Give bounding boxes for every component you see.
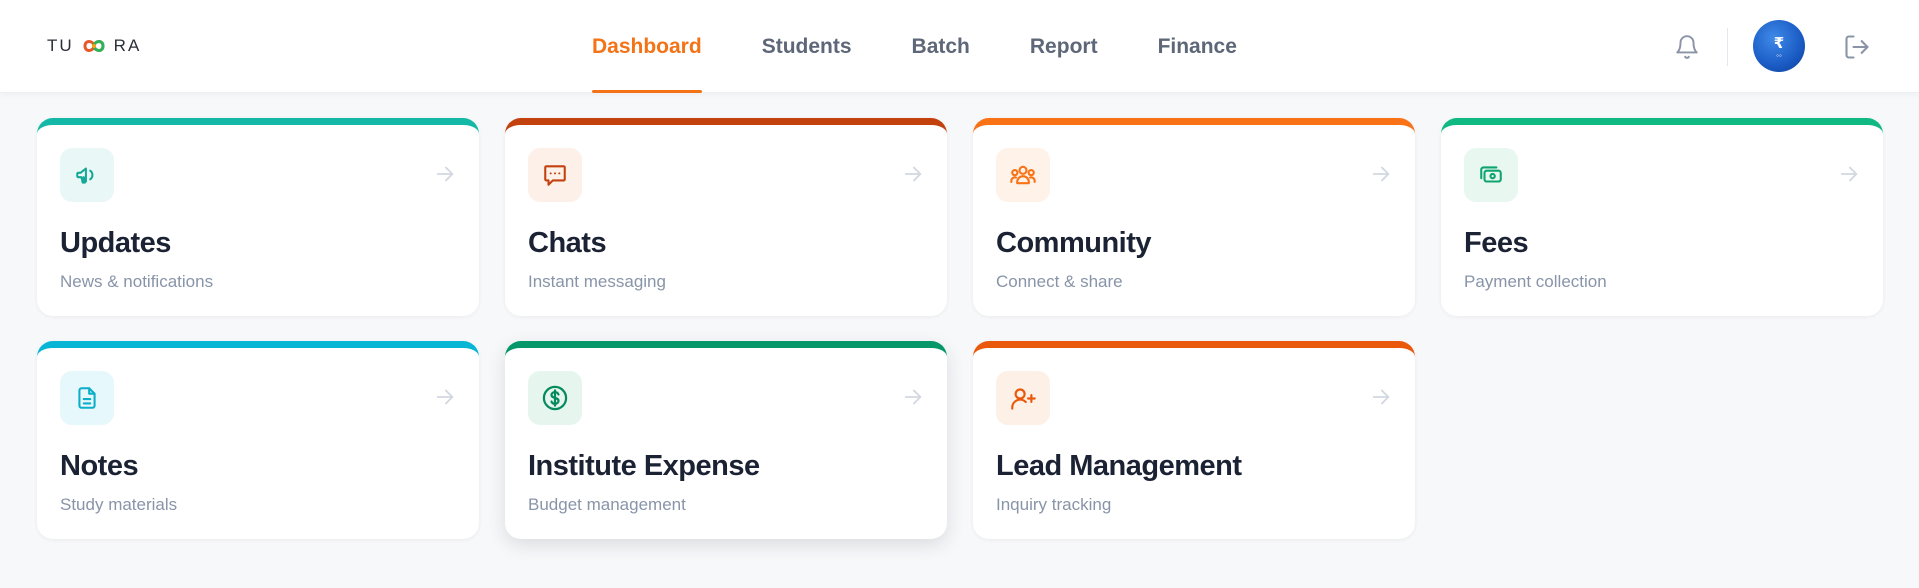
card-institute-expense[interactable]: Institute Expense Budget management bbox=[505, 341, 947, 539]
card-title: Institute Expense bbox=[528, 450, 760, 482]
card-subtitle: Inquiry tracking bbox=[996, 495, 1112, 514]
bell-icon bbox=[1676, 35, 1698, 59]
arrow-right-icon bbox=[904, 389, 922, 405]
arrow-right-icon bbox=[904, 166, 922, 182]
main-nav: Dashboard Students Batch Report Finance bbox=[592, 0, 1297, 93]
tab-batch[interactable]: Batch bbox=[912, 0, 970, 93]
tab-dashboard-label: Dashboard bbox=[592, 34, 702, 58]
logo-text-right: RA bbox=[113, 36, 142, 55]
chat-icon bbox=[544, 165, 566, 186]
card-community[interactable]: Community Connect & share bbox=[973, 118, 1415, 316]
arrow-right-icon bbox=[436, 166, 454, 182]
tab-students[interactable]: Students bbox=[762, 0, 852, 93]
logo-text-left: TU bbox=[47, 36, 74, 55]
top-navbar: TU RA Dashboard Students Batch Report Fi… bbox=[0, 0, 1919, 93]
cash-icon bbox=[1480, 166, 1502, 183]
card-notes[interactable]: Notes Study materials bbox=[37, 341, 479, 539]
logout-icon bbox=[1845, 35, 1869, 59]
card-subtitle: News & notifications bbox=[60, 272, 214, 291]
infinity-logo-icon bbox=[83, 40, 105, 52]
megaphone-icon bbox=[76, 167, 94, 184]
card-updates[interactable]: Updates News & notifications bbox=[37, 118, 479, 316]
profile-avatar[interactable]: ₹ ◦◦ bbox=[1753, 20, 1805, 72]
card-icon-box bbox=[1464, 148, 1518, 202]
tuora-logo[interactable]: TU RA bbox=[47, 33, 141, 59]
card-fees[interactable]: Fees Payment collection bbox=[1441, 118, 1883, 316]
tab-students-label: Students bbox=[761, 34, 852, 58]
card-subtitle: Payment collection bbox=[1464, 272, 1607, 291]
card-lead-management[interactable]: Lead Management Inquiry tracking bbox=[973, 341, 1415, 539]
card-title: Community bbox=[996, 227, 1152, 259]
rupee-icon: ₹ bbox=[1773, 34, 1785, 52]
arrow-right-icon bbox=[436, 389, 454, 405]
card-subtitle: Connect & share bbox=[996, 272, 1123, 291]
card-icon-box bbox=[528, 148, 582, 202]
document-icon bbox=[78, 387, 96, 409]
card-subtitle: Budget management bbox=[528, 495, 686, 514]
users-icon bbox=[1010, 165, 1036, 185]
arrow-right-icon bbox=[1372, 166, 1390, 182]
card-icon-box bbox=[60, 148, 114, 202]
card-icon-box bbox=[996, 148, 1050, 202]
avatar-logo-mark: ◦◦ bbox=[1776, 50, 1782, 60]
notifications-button[interactable] bbox=[1672, 32, 1702, 62]
card-title: Chats bbox=[528, 227, 607, 259]
arrow-right-icon bbox=[1372, 389, 1390, 405]
tab-report-label: Report bbox=[1029, 34, 1098, 58]
card-chats[interactable]: Chats Instant messaging bbox=[505, 118, 947, 316]
card-title: Notes bbox=[60, 450, 139, 482]
card-icon-box bbox=[528, 371, 582, 425]
dollar-icon bbox=[542, 385, 568, 411]
arrow-right-icon bbox=[1840, 166, 1858, 182]
logout-button[interactable] bbox=[1842, 32, 1872, 62]
tab-finance[interactable]: Finance bbox=[1158, 0, 1237, 93]
card-icon-box bbox=[996, 371, 1050, 425]
card-title: Fees bbox=[1464, 227, 1529, 259]
card-title: Lead Management bbox=[996, 450, 1242, 482]
tab-dashboard[interactable]: Dashboard bbox=[592, 0, 702, 93]
header-divider bbox=[1727, 28, 1728, 66]
card-subtitle: Study materials bbox=[60, 495, 178, 514]
card-icon-box bbox=[60, 371, 114, 425]
tab-finance-label: Finance bbox=[1157, 34, 1237, 58]
tab-batch-label: Batch bbox=[911, 34, 970, 58]
user-plus-icon bbox=[1010, 387, 1036, 410]
tab-report[interactable]: Report bbox=[1030, 0, 1098, 93]
card-title: Updates bbox=[60, 227, 171, 259]
card-subtitle: Instant messaging bbox=[528, 272, 666, 291]
